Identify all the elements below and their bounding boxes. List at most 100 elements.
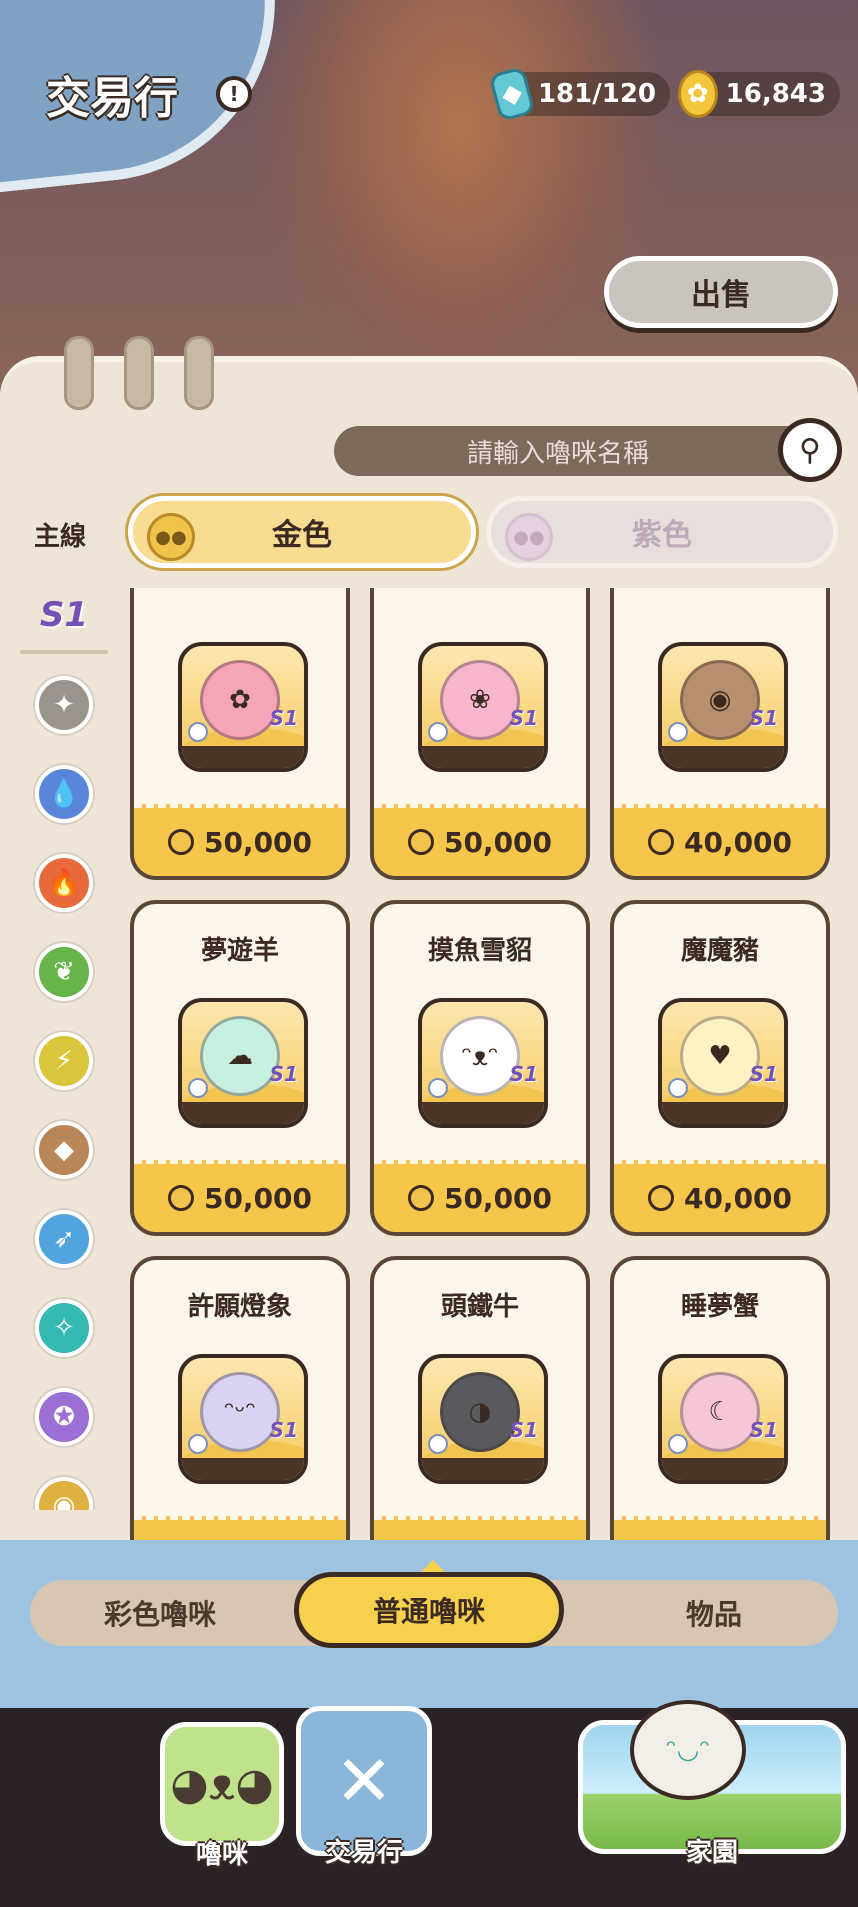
filter-purple-button[interactable]: ●● 紫色 xyxy=(486,496,838,568)
nav-market-label: 交易行 xyxy=(324,1838,403,1868)
grass-element-icon[interactable]: ❦ xyxy=(35,943,93,1001)
notebook-rings xyxy=(64,336,214,410)
listing-grid: ✿ S1 50,000 ❀ S1 50,000 ◉ S1 40,000 夢遊羊 ☁ S1 50,000 摸… xyxy=(130,588,838,1542)
search-icon[interactable]: ⚲ xyxy=(778,418,842,482)
listing-card[interactable]: 頭鐵牛 ◑S1 35,000 xyxy=(370,1256,590,1542)
fire-element-icon[interactable]: 🔥 xyxy=(35,854,93,912)
category-heading: 主線 xyxy=(34,522,87,552)
electric-element-icon[interactable]: ⚡ xyxy=(35,1032,93,1090)
coin-icon xyxy=(167,1185,194,1211)
season-badge: S1 xyxy=(269,1062,298,1086)
gold-rarity-icon: ●● xyxy=(147,513,195,561)
creature-icon: ☁ xyxy=(200,1016,280,1096)
price-tag: 50,000 xyxy=(374,1160,586,1232)
portrait-ground xyxy=(662,1102,784,1124)
element-badge-icon xyxy=(428,1078,448,1098)
element-badge-icon xyxy=(428,722,448,742)
mascot-icon: ᵔ◡ᵔ xyxy=(630,1700,746,1800)
search-input[interactable]: 請輸入嚕咪名稱 xyxy=(334,426,822,476)
price-value: 40,000 xyxy=(683,1181,793,1215)
creature-portrait: ᵔᴥᵔ S1 xyxy=(418,998,548,1128)
creature-portrait: ☁ S1 xyxy=(178,998,308,1128)
mystic-element-icon[interactable]: ✪ xyxy=(35,1388,93,1446)
light-element-icon[interactable]: ◉ xyxy=(35,1477,93,1510)
listing-card[interactable]: ❀ S1 50,000 xyxy=(370,588,590,880)
ring xyxy=(184,336,214,410)
listing-card[interactable]: 摸魚雪貂 ᵔᴥᵔ S1 50,000 xyxy=(370,900,590,1236)
coin-value: 16,843 xyxy=(725,79,826,109)
portrait-ground xyxy=(662,1458,784,1480)
coin-icon xyxy=(407,1185,434,1211)
creature-icon: ☾ xyxy=(680,1372,760,1452)
listing-card[interactable]: ◉ S1 40,000 xyxy=(610,588,830,880)
coin-counter: ✿ 16,843 xyxy=(678,70,840,118)
coin-icon xyxy=(407,829,434,855)
price-tag: 50,000 xyxy=(134,1160,346,1232)
season-s1-badge[interactable]: S1 xyxy=(20,590,108,640)
creature-portrait: ✿ S1 xyxy=(178,642,308,772)
creature-portrait: ♥ S1 xyxy=(658,998,788,1128)
listing-card[interactable]: 魔魔豬 ♥ S1 40,000 xyxy=(610,900,830,1236)
price-value: 50,000 xyxy=(443,825,553,859)
price-tag: 50,000 xyxy=(134,804,346,876)
coin-icon: ✿ xyxy=(678,70,718,118)
ring xyxy=(64,336,94,410)
element-badge-icon xyxy=(188,722,208,742)
creature-portrait: ◉ S1 xyxy=(658,642,788,772)
filter-purple-label: 紫色 xyxy=(632,518,692,553)
price-value: 50,000 xyxy=(443,1181,553,1215)
element-badge-icon xyxy=(428,1434,448,1454)
season-badge: S1 xyxy=(269,706,298,730)
listing-card[interactable]: 睡夢蟹 ☾S1 40,000 xyxy=(610,1256,830,1542)
element-sidebar: S1 ✦ 💧 🔥 ❦ ⚡ ◆ ➶ ✧ ✪ ◉ xyxy=(20,590,108,1510)
element-badge-icon xyxy=(668,1434,688,1454)
listing-card[interactable]: 許願燈象 ᵔᵕᵔS1 50,000 xyxy=(130,1256,350,1542)
category-tabs: 彩色嚕咪 普通嚕咪 物品 xyxy=(30,1572,838,1648)
season-badge: S1 xyxy=(749,1418,778,1442)
price-tag: 40,000 xyxy=(614,1160,826,1232)
sell-button[interactable]: 出售 xyxy=(604,256,838,328)
tab-normal-lumi[interactable]: 普通嚕咪 xyxy=(294,1572,564,1648)
energy-counter: ◆ 181/120 xyxy=(488,66,670,122)
portrait-ground xyxy=(182,746,304,768)
creature-icon: ❀ xyxy=(440,660,520,740)
filter-gold-button[interactable]: ●● 金色 xyxy=(128,496,476,568)
normal-element-icon[interactable]: ✦ xyxy=(35,676,93,734)
nav-home-label: 家園 xyxy=(685,1838,738,1868)
creature-icon: ◉ xyxy=(680,660,760,740)
creature-name: 睡夢蟹 xyxy=(680,1292,759,1322)
listing-card[interactable]: ✿ S1 50,000 xyxy=(130,588,350,880)
energy-value: 181/120 xyxy=(537,79,656,109)
tab-colored-lumi[interactable]: 彩色嚕咪 xyxy=(30,1580,290,1646)
earth-element-icon[interactable]: ◆ xyxy=(35,1121,93,1179)
filter-gold-label: 金色 xyxy=(272,518,332,553)
ice-element-icon[interactable]: ✧ xyxy=(35,1299,93,1357)
coin-icon xyxy=(647,829,674,855)
nav-lumi-label: 嚕咪 xyxy=(195,1840,248,1870)
portrait-ground xyxy=(422,1102,544,1124)
season-badge: S1 xyxy=(509,1418,538,1442)
listing-card[interactable]: 夢遊羊 ☁ S1 50,000 xyxy=(130,900,350,1236)
price-tag: 50,000 xyxy=(374,804,586,876)
info-icon[interactable]: ! xyxy=(216,76,252,112)
tab-items[interactable]: 物品 xyxy=(590,1580,838,1646)
price-value: 50,000 xyxy=(203,1181,313,1215)
price-tag: 40,000 xyxy=(614,1516,826,1542)
creature-icon: ♥ xyxy=(680,1016,760,1096)
element-badge-icon xyxy=(188,1078,208,1098)
creature-name: 魔魔豬 xyxy=(680,936,759,966)
page-title: 交易行 xyxy=(46,73,178,124)
nav-lumi[interactable]: ◕ᴥ◕ 嚕咪 xyxy=(160,1722,284,1870)
creature-icon: ᵔᵕᵔ xyxy=(200,1372,280,1452)
lumi-bowl-icon: ◕ᴥ◕ xyxy=(160,1722,284,1846)
purple-rarity-icon: ●● xyxy=(505,513,553,561)
creature-icon: ✿ xyxy=(200,660,280,740)
creature-portrait: ◑ S1 xyxy=(418,1354,548,1484)
element-badge-icon xyxy=(668,722,688,742)
portrait-ground xyxy=(182,1102,304,1124)
wind-element-icon[interactable]: ➶ xyxy=(35,1210,93,1268)
creature-portrait: ☾ S1 xyxy=(658,1354,788,1484)
water-element-icon[interactable]: 💧 xyxy=(35,765,93,823)
creature-name: 許願燈象 xyxy=(187,1292,292,1322)
nav-market[interactable]: ✕ 交易行 xyxy=(296,1706,432,1876)
